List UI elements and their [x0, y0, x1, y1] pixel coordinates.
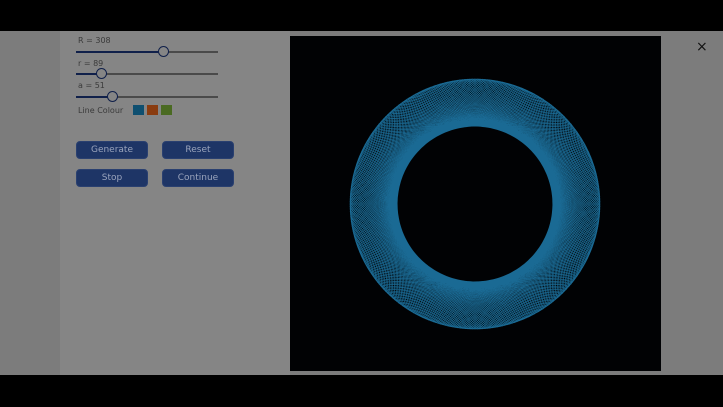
spirograph-curve — [349, 78, 601, 330]
continue-button[interactable]: Continue — [162, 169, 234, 187]
r-label: r = 89 — [78, 59, 104, 68]
slider-thumb[interactable] — [158, 46, 170, 57]
line-colour-label: Line Colour — [78, 106, 124, 115]
slider-thumb[interactable] — [107, 91, 119, 102]
r-slider[interactable] — [76, 68, 218, 79]
spirograph-canvas — [290, 36, 661, 371]
close-icon[interactable]: × — [696, 39, 708, 55]
reset-button[interactable]: Reset — [162, 141, 234, 159]
a-slider[interactable] — [76, 91, 218, 102]
colour-swatch-orange[interactable] — [147, 105, 158, 115]
R-label: R = 308 — [78, 36, 111, 45]
colour-swatch-green[interactable] — [161, 105, 172, 115]
spirograph-drawing — [349, 78, 601, 330]
modal-overlay: R = 308 r = 89 a = 51 Line Colour Genera… — [0, 31, 723, 375]
R-slider[interactable] — [76, 46, 218, 57]
controls-panel: R = 308 r = 89 a = 51 Line Colour Genera… — [60, 31, 290, 375]
stop-button[interactable]: Stop — [76, 169, 148, 187]
generate-button[interactable]: Generate — [76, 141, 148, 159]
colour-swatch-blue[interactable] — [133, 105, 144, 115]
a-label: a = 51 — [78, 81, 105, 90]
slider-thumb[interactable] — [96, 68, 108, 79]
